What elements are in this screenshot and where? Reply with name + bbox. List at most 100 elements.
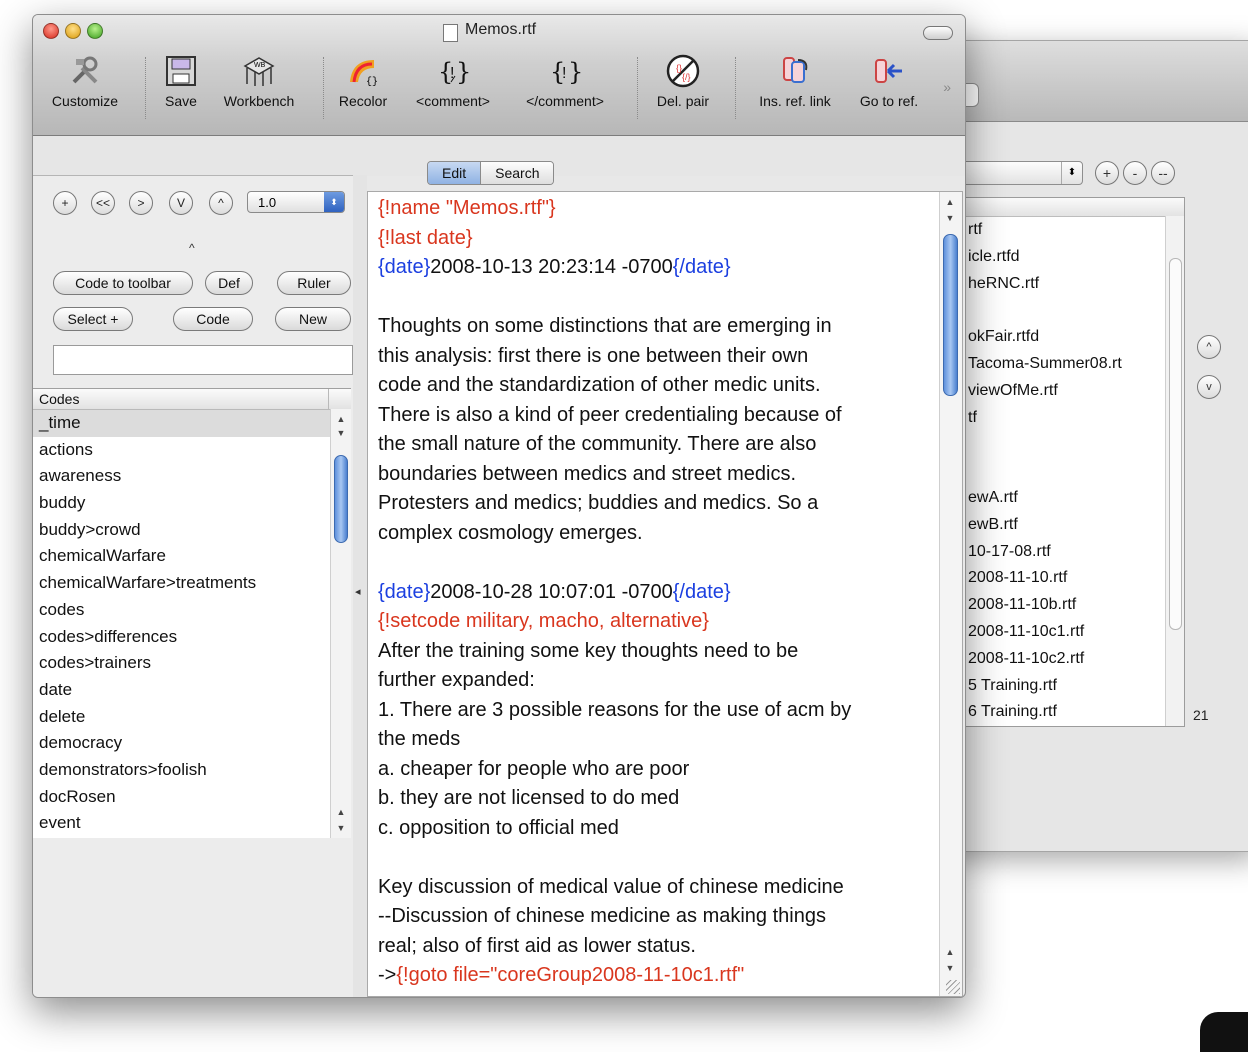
scroll-up-arrow-icon[interactable]: ▲ [940, 944, 960, 960]
code-list-item[interactable]: delete [33, 704, 351, 731]
customize-button[interactable]: Customize [43, 53, 127, 109]
toolbar-overflow-icon[interactable]: » [943, 79, 951, 95]
code-list-item[interactable]: democracy [33, 730, 351, 757]
select-plus-button[interactable]: Select + [53, 307, 133, 331]
code-list-item[interactable]: date [33, 677, 351, 704]
code-button[interactable]: Code [173, 307, 253, 331]
codes-scrollbar[interactable]: ▲ ▼ ▲ ▼ [330, 409, 351, 838]
file-list-item[interactable]: 10-17-08.rtf [962, 539, 1184, 566]
nav-add-button[interactable]: + [53, 191, 77, 215]
back-move-up-button[interactable]: ^ [1197, 335, 1221, 359]
back-window-popup[interactable]: ⬍ [961, 161, 1083, 185]
date-tag: {/date} [672, 580, 731, 603]
scroll-down-arrow-icon[interactable]: ▼ [940, 960, 960, 976]
close-window-button[interactable] [43, 23, 59, 39]
file-list-item[interactable] [962, 297, 1184, 324]
insert-ref-link-icon [777, 53, 813, 89]
insert-ref-link-button[interactable]: Ins. ref. link [747, 53, 843, 109]
back-window: ⬍ + - -- ^ v rtf icle.rtfd heRNC.rtf okFair… [940, 40, 1248, 852]
comment-close-button[interactable]: {!} </comment> [511, 53, 619, 109]
back-move-down-button[interactable]: v [1197, 375, 1221, 399]
scroll-up-arrow-icon[interactable]: ▲ [331, 804, 351, 820]
file-list-item[interactable]: 2008-11-10c2.rtf [962, 646, 1184, 673]
file-list-item[interactable] [962, 458, 1184, 485]
file-list-item[interactable]: heRNC.rtf [962, 271, 1184, 298]
back-scroll-thumb[interactable] [1169, 258, 1182, 630]
code-list-item[interactable]: actions [33, 437, 351, 464]
scroll-down-arrow-icon[interactable]: ▼ [331, 820, 351, 836]
code-list-item[interactable]: event [33, 810, 351, 837]
new-button[interactable]: New [275, 307, 351, 331]
def-button[interactable]: Def [205, 271, 253, 295]
resize-grip-icon[interactable] [946, 980, 960, 994]
code-list-item[interactable]: docRosen [33, 784, 351, 811]
tab-search[interactable]: Search [481, 162, 554, 184]
code-to-toolbar-button[interactable]: Code to toolbar [53, 271, 193, 295]
nav-next-button[interactable]: > [129, 191, 153, 215]
scroll-down-arrow-icon[interactable]: ▼ [331, 425, 351, 441]
code-list-item[interactable]: chemicalWarfare>treatments [33, 570, 351, 597]
nav-down-button[interactable]: V [169, 191, 193, 215]
save-button[interactable]: Save [153, 53, 209, 109]
date-tag: {/date} [672, 256, 731, 278]
code-list-item[interactable]: codes [33, 597, 351, 624]
codes-list-header[interactable]: Codes [33, 389, 351, 410]
editor-scroll-thumb[interactable] [943, 234, 958, 396]
code-list-item[interactable]: codes>differences [33, 624, 351, 651]
file-list-item[interactable]: viewOfMe.rtf [962, 378, 1184, 405]
back-add-button[interactable]: + [1095, 161, 1119, 185]
nav-up-button[interactable]: ^ [209, 191, 233, 215]
code-list-item[interactable]: awareness [33, 463, 351, 490]
nav-first-button[interactable]: << [91, 191, 115, 215]
workbench-label: Workbench [223, 93, 295, 109]
editor-scrollbar[interactable]: ▲ ▼ ▲ ▼ [939, 192, 962, 996]
file-list-item[interactable]: tf [962, 405, 1184, 432]
file-list-item[interactable]: ewB.rtf [962, 512, 1184, 539]
file-list-item[interactable] [962, 431, 1184, 458]
memo-text: the small nature of the community. There… [378, 433, 817, 455]
back-remove-all-button[interactable]: -- [1151, 161, 1175, 185]
editor-line: Thoughts on some distinctions that are e… [378, 312, 934, 342]
comment-close-label: </comment> [526, 93, 604, 109]
ruler-button[interactable]: Ruler [277, 271, 351, 295]
tab-edit[interactable]: Edit [428, 162, 482, 184]
memo-text: Key discussion of medical value of chine… [378, 875, 844, 898]
zoom-select[interactable]: 1.0 ⬍ [247, 191, 345, 213]
code-list-item[interactable]: chemicalWarfare [33, 543, 351, 570]
code-list-item[interactable]: demonstrators>foolish [33, 757, 351, 784]
code-input-field[interactable] [53, 345, 353, 375]
recolor-button[interactable]: {} Recolor [331, 53, 395, 109]
memo-text: the meds [378, 728, 461, 750]
toolbar-separator [323, 57, 325, 119]
back-remove-button[interactable]: - [1123, 161, 1147, 185]
file-list-item[interactable]: ewA.rtf [962, 485, 1184, 512]
back-file-list-scrollbar[interactable] [1165, 216, 1184, 726]
scroll-down-arrow-icon[interactable]: ▼ [940, 210, 960, 226]
file-list-item[interactable]: 2008-11-10b.rtf [962, 592, 1184, 619]
goto-ref-button[interactable]: Go to ref. [849, 53, 929, 109]
scroll-up-arrow-icon[interactable]: ▲ [940, 194, 960, 210]
file-list-item[interactable]: 6 Training.rtf [962, 699, 1184, 726]
file-list-item[interactable]: okFair.rtfd [962, 324, 1184, 351]
file-list-item[interactable]: 2008-11-10.rtf [962, 565, 1184, 592]
codes-scroll-thumb[interactable] [334, 455, 348, 543]
memo-editor[interactable]: {!name "Memos.rtf"} {!last date} {date}200… [367, 191, 963, 997]
code-list-item[interactable]: buddy>crowd [33, 517, 351, 544]
workbench-button[interactable]: WB Workbench [213, 53, 305, 109]
file-list-item[interactable]: 5 Training.rtf [962, 673, 1184, 700]
file-list-item[interactable]: Tacoma-Summer08.rt [962, 351, 1184, 378]
minimize-window-button[interactable] [65, 23, 81, 39]
file-list-item[interactable]: icle.rtfd [962, 244, 1184, 271]
zoom-window-button[interactable] [87, 23, 103, 39]
zoom-value: 1.0 [258, 195, 277, 210]
code-list-item[interactable]: buddy [33, 490, 351, 517]
code-list-item[interactable]: _time [33, 410, 351, 437]
file-list-item[interactable]: 2008-11-10c1.rtf [962, 619, 1184, 646]
codes-list: Codes _time actions awareness buddy buddy>cr… [33, 388, 351, 838]
file-list-item[interactable]: rtf [962, 217, 1184, 244]
toolbar-toggle-button[interactable] [923, 26, 953, 40]
delete-pair-button[interactable]: {} {/} Del. pair [645, 53, 721, 109]
comment-open-button[interactable]: {!} <comment> [401, 53, 505, 109]
code-list-item[interactable]: codes>trainers [33, 650, 351, 677]
back-window-toolbar [941, 41, 1248, 122]
